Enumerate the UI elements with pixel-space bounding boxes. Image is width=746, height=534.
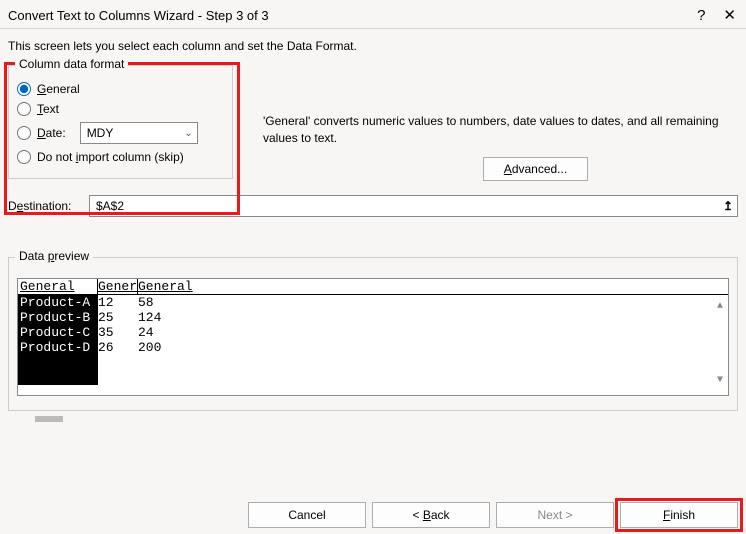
destination-label: Destination: <box>8 199 83 213</box>
titlebar: Convert Text to Columns Wizard - Step 3 … <box>0 0 746 29</box>
radio-general-label: eneral <box>46 82 79 96</box>
table-row: Product-C 35 24 <box>18 325 728 340</box>
next-button: Next > <box>496 502 614 528</box>
preview-header-1[interactable]: General <box>18 279 98 294</box>
preview-header-2[interactable]: Gener <box>98 279 138 294</box>
back-button[interactable]: < Back <box>372 502 490 528</box>
table-row: Product-B 25 124 <box>18 310 728 325</box>
advanced-button[interactable]: Advanced... <box>483 157 588 181</box>
radio-skip-label: Do not import column (skip) <box>37 150 184 164</box>
radio-date-input[interactable] <box>17 126 31 140</box>
format-description: 'General' converts numeric values to num… <box>263 113 723 147</box>
radio-text-input[interactable] <box>17 102 31 116</box>
preview-header-row: General Gener General <box>18 279 728 295</box>
data-preview-group: Data preview General Gener General Produ… <box>8 257 738 411</box>
date-format-combo[interactable]: MDY ⌄ <box>80 122 198 144</box>
date-format-value: MDY <box>87 126 114 140</box>
destination-value: $A$2 <box>96 199 124 213</box>
radio-general-input[interactable] <box>17 82 31 96</box>
table-row <box>18 355 728 370</box>
radio-date-label: ate: <box>46 126 66 140</box>
scroll-down-icon[interactable]: ▼ <box>712 373 728 389</box>
column-data-format-legend: Column data format <box>15 57 128 71</box>
radio-general[interactable]: General <box>17 82 224 96</box>
radio-text[interactable]: Text <box>17 102 224 116</box>
help-icon[interactable]: ? <box>697 7 705 24</box>
window-title: Convert Text to Columns Wizard - Step 3 … <box>8 8 269 23</box>
data-preview-grid[interactable]: General Gener General Product-A 12 58 Pr… <box>17 278 729 396</box>
preview-rows: Product-A 12 58 Product-B 25 124 Product… <box>18 295 728 385</box>
column-data-format-group: Column data format General Text Date: MD… <box>8 65 233 179</box>
data-preview-legend: Data preview <box>15 249 93 263</box>
preview-header-3[interactable]: General <box>138 279 728 294</box>
dialog-footer: Cancel < Back Next > Finish <box>0 502 746 528</box>
close-icon[interactable]: ✕ <box>723 6 736 24</box>
chevron-down-icon: ⌄ <box>184 128 192 139</box>
radio-skip[interactable]: Do not import column (skip) <box>17 150 224 164</box>
table-row: Product-A 12 58 <box>18 295 728 310</box>
radio-date[interactable]: Date: MDY ⌄ <box>17 122 224 144</box>
table-row <box>18 370 728 385</box>
radio-text-label: ext <box>43 102 59 116</box>
destination-input[interactable]: $A$2 ↥ <box>89 195 738 217</box>
table-row: Product-D 26 200 <box>18 340 728 355</box>
finish-button[interactable]: Finish <box>620 502 738 528</box>
horizontal-scroll-thumb[interactable] <box>35 416 63 422</box>
cancel-button[interactable]: Cancel <box>248 502 366 528</box>
collapse-dialog-icon[interactable]: ↥ <box>723 199 733 213</box>
scroll-up-icon[interactable]: ▲ <box>712 299 728 315</box>
radio-skip-input[interactable] <box>17 150 31 164</box>
